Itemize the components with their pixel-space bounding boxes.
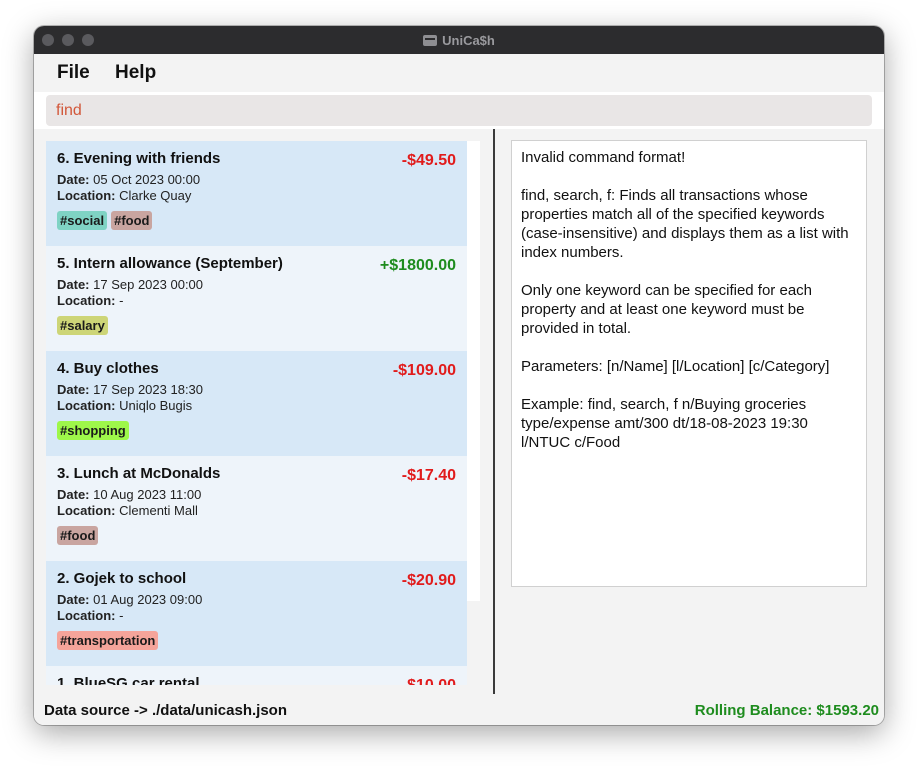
menu-file[interactable]: File xyxy=(57,62,90,84)
location-value: Clarke Quay xyxy=(119,188,192,203)
date-label: Date: xyxy=(57,382,90,397)
transaction-amount: -$49.50 xyxy=(401,152,456,169)
location-value: - xyxy=(119,608,124,623)
close-window-button[interactable] xyxy=(42,34,54,46)
list-scrollbar[interactable] xyxy=(467,141,480,601)
location-value: - xyxy=(119,293,124,308)
transaction-location-row: Location: Uniqlo Bugis xyxy=(57,399,456,413)
date-label: Date: xyxy=(57,172,90,187)
menu-help[interactable]: Help xyxy=(115,62,156,84)
date-value: 17 Sep 2023 18:30 xyxy=(93,382,204,397)
category-tag: #food xyxy=(111,211,153,230)
date-label: Date: xyxy=(57,487,90,502)
transaction-card[interactable]: 6. Evening with friends -$49.50 Date: 05 O… xyxy=(46,141,467,246)
transaction-card[interactable]: 4. Buy clothes -$109.00 Date: 17 Sep 2023 … xyxy=(46,351,467,456)
transaction-amount: +$1800.00 xyxy=(379,257,456,274)
transaction-title: 6. Evening with friends xyxy=(57,150,221,167)
result-paragraph: Parameters: [n/Name] [l/Location] [c/Cat… xyxy=(521,358,830,375)
transaction-location-row: Location: - xyxy=(57,294,456,308)
location-label: Location: xyxy=(57,398,116,413)
transaction-date-row: Date: 01 Aug 2023 09:00 xyxy=(57,593,456,607)
transaction-amount: -$17.40 xyxy=(401,467,456,484)
minimize-window-button[interactable] xyxy=(62,34,74,46)
tag-list: #salary xyxy=(57,316,456,335)
date-value: 10 Aug 2023 11:00 xyxy=(93,487,202,502)
category-tag: #social xyxy=(57,211,108,230)
location-label: Location: xyxy=(57,188,116,203)
transaction-card[interactable]: 1. BlueSG car rental -$10.00 xyxy=(46,666,467,685)
location-label: Location: xyxy=(57,503,116,518)
transaction-date-row: Date: 17 Sep 2023 18:30 xyxy=(57,383,456,397)
window-title: UniCa$h xyxy=(423,33,495,48)
category-tag: #shopping xyxy=(57,421,129,440)
rolling-balance-label: Rolling Balance: $1593.20 xyxy=(694,702,879,719)
date-value: 01 Aug 2023 09:00 xyxy=(93,592,203,607)
location-value: Uniqlo Bugis xyxy=(119,398,193,413)
date-label: Date: xyxy=(57,592,90,607)
app-icon xyxy=(423,34,438,46)
tag-list: #food xyxy=(57,526,456,545)
transaction-location-row: Location: - xyxy=(57,609,456,623)
tag-list: #transportation xyxy=(57,631,456,650)
window-controls xyxy=(42,34,94,46)
transaction-title: 2. Gojek to school xyxy=(57,570,187,587)
result-paragraph: Example: find, search, f n/Buying grocer… xyxy=(521,396,808,451)
category-tag: #salary xyxy=(57,316,108,335)
result-paragraph: find, search, f: Finds all transactions … xyxy=(521,187,849,261)
transaction-location-row: Location: Clarke Quay xyxy=(57,189,456,203)
transaction-date-row: Date: 05 Oct 2023 00:00 xyxy=(57,173,456,187)
category-tag: #transportation xyxy=(57,631,159,650)
data-source-label: Data source -> ./data/unicash.json xyxy=(44,702,287,719)
result-paragraph: Invalid command format! xyxy=(521,149,686,166)
transaction-list[interactable]: 6. Evening with friends -$49.50 Date: 05 O… xyxy=(46,141,467,685)
transaction-amount: -$10.00 xyxy=(402,677,456,685)
result-paragraph: Only one keyword can be specified for ea… xyxy=(521,282,812,337)
split-divider[interactable] xyxy=(493,129,495,694)
result-display: Invalid command format! find, search, f: … xyxy=(511,140,867,587)
tag-list: #shopping xyxy=(57,421,456,440)
date-label: Date: xyxy=(57,277,90,292)
command-box xyxy=(46,95,872,126)
location-label: Location: xyxy=(57,608,116,623)
tag-list: #social #food xyxy=(57,211,456,230)
status-bar: Data source -> ./data/unicash.json Rolli… xyxy=(34,694,884,725)
transaction-date-row: Date: 17 Sep 2023 00:00 xyxy=(57,278,456,292)
location-value: Clementi Mall xyxy=(119,503,198,518)
transaction-date-row: Date: 10 Aug 2023 11:00 xyxy=(57,488,456,502)
transaction-location-row: Location: Clementi Mall xyxy=(57,504,456,518)
transaction-title: 3. Lunch at McDonalds xyxy=(57,465,221,482)
zoom-window-button[interactable] xyxy=(82,34,94,46)
app-window: UniCa$h File Help 6. Evening with friend… xyxy=(34,26,884,725)
transaction-amount: -$20.90 xyxy=(401,572,456,589)
transaction-amount: -$109.00 xyxy=(392,362,456,379)
transaction-title: 1. BlueSG car rental xyxy=(57,675,200,685)
transaction-card[interactable]: 2. Gojek to school -$20.90 Date: 01 Aug 20… xyxy=(46,561,467,666)
menu-bar: File Help xyxy=(34,54,884,92)
window-title-text: UniCa$h xyxy=(442,32,495,48)
category-tag: #food xyxy=(57,526,99,545)
transaction-card[interactable]: 5. Intern allowance (September) +$1800.00… xyxy=(46,246,467,351)
date-value: 05 Oct 2023 00:00 xyxy=(93,172,201,187)
date-value: 17 Sep 2023 00:00 xyxy=(93,277,204,292)
title-bar: UniCa$h xyxy=(34,26,884,54)
command-input[interactable] xyxy=(46,95,872,126)
transaction-card[interactable]: 3. Lunch at McDonalds -$17.40 Date: 10 Aug… xyxy=(46,456,467,561)
main-content: 6. Evening with friends -$49.50 Date: 05 O… xyxy=(34,129,884,694)
location-label: Location: xyxy=(57,293,116,308)
